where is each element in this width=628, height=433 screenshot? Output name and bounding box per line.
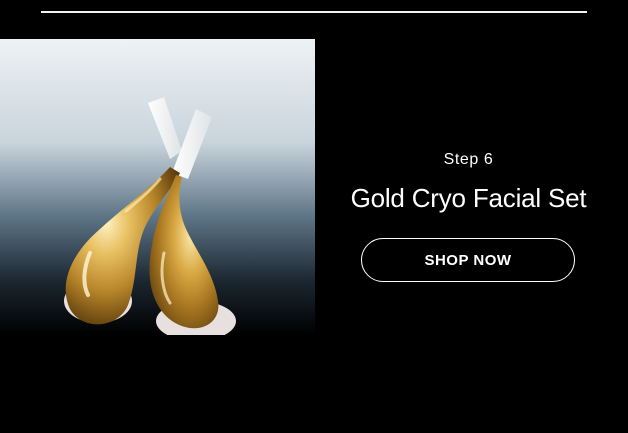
step-label: Step 6 <box>443 151 494 168</box>
cryo-tools-illustration <box>0 39 315 335</box>
top-divider <box>41 11 587 13</box>
product-image[interactable] <box>0 39 315 335</box>
product-title: Gold Cryo Facial Set <box>350 183 587 213</box>
promo-text-panel: Step 6 Gold Cryo Facial Set SHOP NOW <box>315 39 628 335</box>
shop-now-button[interactable]: SHOP NOW <box>361 238 575 282</box>
promo-banner: Step 6 Gold Cryo Facial Set SHOP NOW <box>0 0 628 433</box>
